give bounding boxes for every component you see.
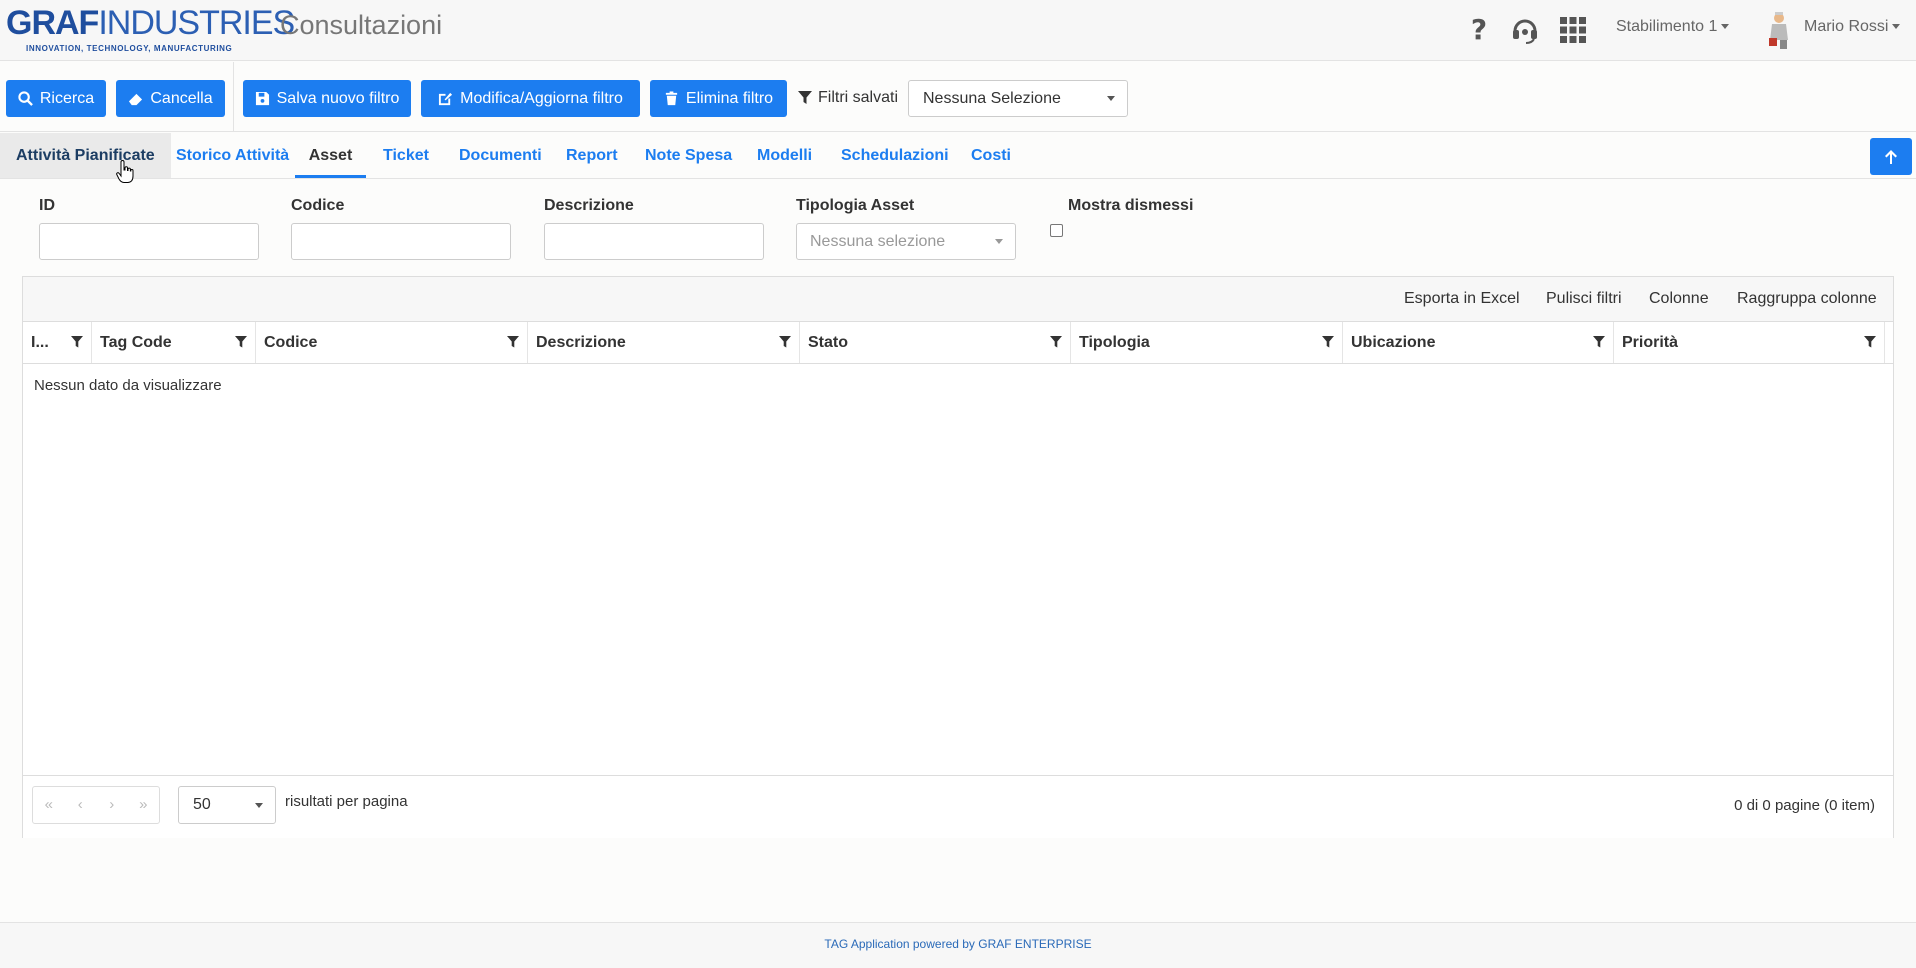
grid-toolbar: Esporta in Excel Pulisci filtri Colonne …	[23, 277, 1893, 322]
tab-ticket[interactable]: Ticket	[383, 133, 429, 178]
funnel-icon	[798, 91, 812, 104]
tipologia-asset-label: Tipologia Asset	[796, 197, 915, 214]
chevron-down-icon	[1107, 96, 1115, 101]
eraser-icon	[129, 93, 143, 106]
chevron-down-icon	[1721, 24, 1730, 30]
tab-asset[interactable]: Asset	[295, 133, 366, 178]
grid-header: I... Tag Code Codice Descrizione Stato T…	[23, 322, 1893, 364]
asset-grid: Esporta in Excel Pulisci filtri Colonne …	[22, 276, 1894, 838]
codice-field[interactable]	[291, 223, 511, 260]
svg-text:?: ?	[1471, 13, 1487, 46]
filter-icon[interactable]	[1322, 336, 1334, 348]
columns-button[interactable]: Colonne	[1649, 290, 1709, 308]
per-page-label: risultati per pagina	[285, 793, 408, 810]
descrizione-field[interactable]	[544, 223, 764, 260]
apps-grid-icon[interactable]	[1556, 12, 1590, 46]
logo-wordmark: GRAFINDUSTRIES	[6, 4, 295, 42]
filter-toolbar: Ricerca Cancella Salva nuovo filtro Modi…	[0, 62, 1916, 132]
hand-cursor-icon	[116, 159, 134, 184]
tab-attivita-pianificate[interactable]: Attività Pianificate	[0, 133, 171, 178]
next-page-icon[interactable]: ›	[96, 787, 128, 823]
grid-pager: « ‹ › » 50 risultati per pagina 0 di 0 p…	[23, 775, 1893, 838]
column-header-stato[interactable]: Stato	[800, 322, 1071, 363]
trash-icon	[665, 91, 678, 106]
column-header-id[interactable]: I...	[23, 322, 92, 363]
tab-modelli[interactable]: Modelli	[757, 133, 812, 178]
column-header-priorita[interactable]: Priorità	[1614, 322, 1885, 363]
tab-note-spesa[interactable]: Note Spesa	[645, 133, 732, 178]
tab-report[interactable]: Report	[566, 133, 618, 178]
help-icon[interactable]: ?	[1462, 12, 1496, 46]
save-icon	[255, 91, 269, 106]
mostra-dismessi-label: Mostra dismessi	[1068, 197, 1194, 214]
search-button[interactable]: Ricerca	[6, 80, 106, 117]
page-footer: TAG Application powered by GRAF ENTERPRI…	[0, 922, 1916, 968]
group-columns-button[interactable]: Raggruppa colonne	[1737, 290, 1877, 308]
tab-documenti[interactable]: Documenti	[459, 133, 542, 178]
app-header: GRAFINDUSTRIES INNOVATION, TECHNOLOGY, M…	[0, 0, 1916, 61]
update-filter-button[interactable]: Modifica/Aggiorna filtro	[421, 80, 640, 117]
column-header-descrizione[interactable]: Descrizione	[528, 322, 800, 363]
id-field[interactable]	[39, 223, 259, 260]
plant-selector[interactable]: Stabilimento 1	[1616, 18, 1730, 36]
export-excel-button[interactable]: Esporta in Excel	[1404, 290, 1520, 308]
prev-page-icon[interactable]: ‹	[65, 787, 97, 823]
avatar[interactable]	[1764, 10, 1794, 50]
codice-label: Codice	[291, 197, 345, 214]
logo-tagline: INNOVATION, TECHNOLOGY, MANUFACTURING	[26, 44, 233, 53]
clear-filters-button[interactable]: Pulisci filtri	[1546, 290, 1622, 308]
chevron-down-icon	[1892, 24, 1901, 30]
tab-costi[interactable]: Costi	[971, 133, 1011, 178]
chevron-down-icon	[255, 803, 263, 808]
edit-icon	[439, 92, 453, 106]
filter-icon[interactable]	[235, 336, 247, 348]
save-filter-button[interactable]: Salva nuovo filtro	[243, 80, 411, 117]
clear-button[interactable]: Cancella	[116, 80, 225, 117]
id-label: ID	[39, 197, 55, 214]
toolbar-divider	[233, 62, 234, 132]
headset-icon[interactable]	[1508, 12, 1542, 46]
column-header-tipologia[interactable]: Tipologia	[1071, 322, 1343, 363]
section-tabs: Attività Pianificate Storico Attività As…	[0, 133, 1916, 179]
graf-industries-logo[interactable]: GRAFINDUSTRIES INNOVATION, TECHNOLOGY, M…	[6, 6, 295, 55]
footer-credit: TAG Application powered by GRAF ENTERPRI…	[824, 937, 1092, 951]
tipologia-asset-select[interactable]: Nessuna selezione	[796, 223, 1016, 260]
descrizione-label: Descrizione	[544, 197, 634, 214]
filter-icon[interactable]	[507, 336, 519, 348]
filter-icon[interactable]	[1050, 336, 1062, 348]
saved-filters-label: Filtri salvati	[798, 89, 898, 107]
column-header-codice[interactable]: Codice	[256, 322, 528, 363]
chevron-down-icon	[995, 239, 1003, 244]
arrow-up-icon	[1885, 149, 1897, 164]
empty-grid-message: Nessun dato da visualizzare	[34, 377, 222, 394]
filter-icon[interactable]	[1864, 336, 1876, 348]
mostra-dismessi-checkbox[interactable]	[1050, 224, 1063, 237]
filter-icon[interactable]	[779, 336, 791, 348]
page-info: 0 di 0 pagine (0 item)	[1734, 797, 1875, 814]
scroll-up-button[interactable]	[1870, 138, 1912, 175]
column-header-ubicazione[interactable]: Ubicazione	[1343, 322, 1614, 363]
last-page-icon[interactable]: »	[128, 787, 160, 823]
filter-icon[interactable]	[71, 336, 83, 348]
page-title: Consultazioni	[280, 10, 443, 40]
pager-buttons: « ‹ › »	[32, 786, 160, 824]
tab-schedulazioni[interactable]: Schedulazioni	[841, 133, 949, 178]
first-page-icon[interactable]: «	[33, 787, 65, 823]
search-icon	[18, 91, 33, 106]
column-header-tag-code[interactable]: Tag Code	[92, 322, 256, 363]
user-menu[interactable]: Mario Rossi	[1804, 18, 1901, 36]
filter-icon[interactable]	[1593, 336, 1605, 348]
saved-filters-select[interactable]: Nessuna Selezione	[908, 80, 1128, 117]
tab-storico-attivita[interactable]: Storico Attività	[176, 133, 289, 178]
page-size-select[interactable]: 50	[178, 786, 276, 824]
delete-filter-button[interactable]: Elimina filtro	[650, 80, 787, 117]
